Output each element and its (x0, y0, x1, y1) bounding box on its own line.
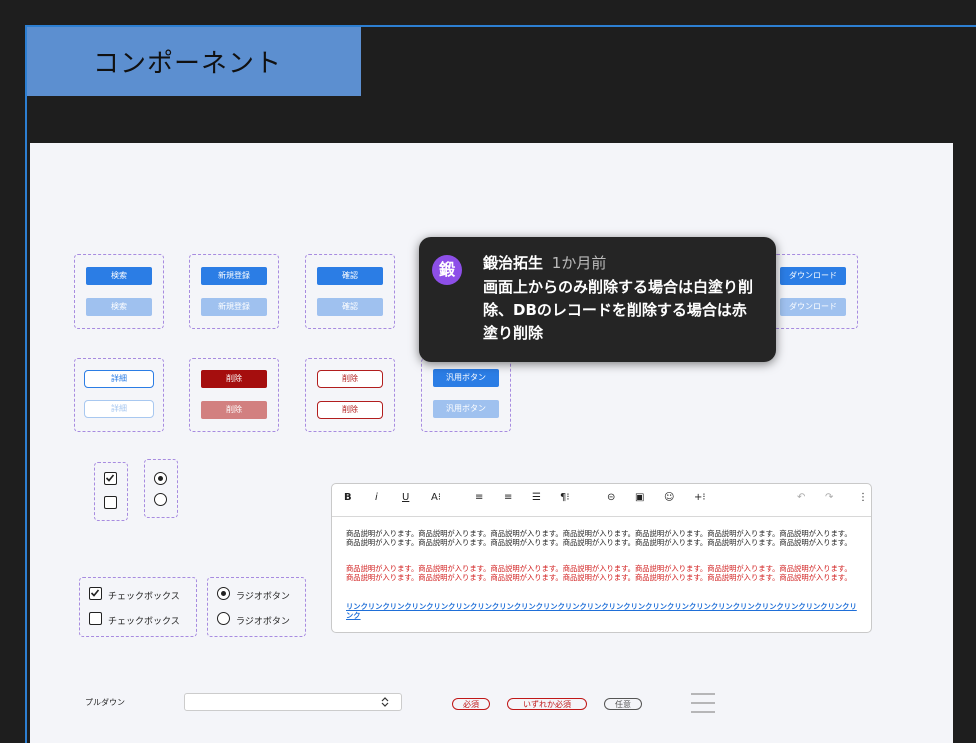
page-title: コンポーネント (93, 49, 283, 79)
checkbox-checked[interactable] (104, 472, 117, 485)
paragraph-icon[interactable]: ¶⁝ (560, 492, 570, 503)
editor-link[interactable]: リンクリンクリンクリンクリンクリンクリンクリンクリンクリンクリンクリンクリンクリ… (346, 602, 858, 620)
rich-text-editor[interactable]: B i U A⁝ ≡ ≡ ☰ ¶⁝ ⊝ ▣ ☺ +⁝ ↶ ↷ ⋮ 商品説明が入り… (331, 483, 872, 633)
check-icon (90, 589, 100, 597)
delete-outline-button[interactable]: 削除 (317, 370, 383, 388)
download-button[interactable]: ダウンロード (780, 267, 846, 285)
list-icon[interactable]: ☰ (532, 492, 541, 503)
italic-icon[interactable]: i (375, 492, 378, 503)
new-register-button-group (189, 254, 279, 329)
radio-label: ラジオボタン (236, 617, 290, 627)
delete-button[interactable]: 削除 (201, 370, 267, 388)
new-register-button-disabled[interactable]: 新規登録 (201, 298, 267, 316)
checkbox-label: チェックボックス (108, 617, 180, 627)
image-icon[interactable]: ▣ (635, 492, 644, 503)
download-button-disabled[interactable]: ダウンロード (780, 298, 846, 316)
detail-button-disabled[interactable]: 詳細 (84, 400, 154, 418)
checkbox-group-small (94, 462, 128, 521)
radio-label: ラジオボタン (236, 592, 290, 602)
undo-icon[interactable]: ↶ (797, 492, 805, 503)
search-button-disabled[interactable]: 検索 (86, 298, 152, 316)
optional-badge: 任意 (604, 698, 642, 710)
radio-unselected[interactable] (154, 493, 167, 506)
either-required-badge: いずれか必須 (507, 698, 587, 710)
radio-group-labeled (207, 577, 306, 637)
menu-icon[interactable] (691, 692, 717, 714)
download-button-group (773, 254, 858, 329)
insert-icon[interactable]: +⁝ (694, 492, 706, 503)
search-button[interactable]: 検索 (86, 267, 152, 285)
editor-text-black: 商品説明が入ります。商品説明が入ります。商品説明が入ります。商品説明が入ります。… (346, 529, 852, 547)
avatar: 鍛 (432, 255, 462, 285)
radio-group-small (144, 459, 178, 518)
delete-button-disabled[interactable]: 削除 (201, 401, 267, 419)
new-register-button[interactable]: 新規登録 (201, 267, 267, 285)
confirm-button[interactable]: 確認 (317, 267, 383, 285)
confirm-button-group (305, 254, 395, 329)
checkbox-label: チェックボックス (108, 592, 180, 602)
component-canvas (30, 143, 953, 743)
comment-body: 画面上からのみ削除する場合は白塗り削除、DBのレコードを削除する場合は赤塗り削除 (483, 278, 754, 342)
checkbox-labeled-unchecked[interactable] (89, 612, 102, 625)
checkbox-group-labeled (79, 577, 197, 637)
detail-button[interactable]: 詳細 (84, 370, 154, 388)
editor-text-red: 商品説明が入ります。商品説明が入ります。商品説明が入ります。商品説明が入ります。… (346, 564, 852, 582)
required-badge: 必須 (452, 698, 490, 710)
page-header: コンポーネント (27, 27, 361, 96)
comment-header: 鍛治拓生 1か月前 (483, 254, 606, 273)
align-center-icon[interactable]: ≡ (504, 492, 512, 503)
bold-icon[interactable]: B (344, 492, 352, 503)
link-icon[interactable]: ⊝ (607, 492, 615, 503)
chevron-updown-icon (381, 697, 389, 707)
align-left-icon[interactable]: ≡ (475, 492, 483, 503)
checkbox-unchecked[interactable] (104, 496, 117, 509)
radio-labeled-unselected[interactable] (217, 612, 230, 625)
search-button-group (74, 254, 164, 329)
editor-toolbar: B i U A⁝ ≡ ≡ ☰ ¶⁝ ⊝ ▣ ☺ +⁝ ↶ ↷ ⋮ (332, 484, 871, 517)
check-icon (105, 474, 115, 482)
radio-labeled-selected[interactable] (217, 587, 230, 600)
comment-author: 鍛治拓生 (483, 254, 544, 272)
radio-selected[interactable] (154, 472, 167, 485)
more-icon[interactable]: ⋮ (858, 492, 868, 503)
dropdown-select[interactable] (184, 693, 402, 711)
delete-outline-button-2[interactable]: 削除 (317, 401, 383, 419)
comment-popover: 鍛 鍛治拓生 1か月前 画面上からのみ削除する場合は白塗り削除、DBのレコードを… (419, 237, 776, 362)
font-size-icon[interactable]: A⁝ (431, 492, 441, 503)
general-button[interactable]: 汎用ボタン (433, 369, 499, 387)
underline-icon[interactable]: U (402, 492, 409, 503)
emoji-icon[interactable]: ☺ (664, 492, 674, 503)
redo-icon[interactable]: ↷ (825, 492, 833, 503)
checkbox-labeled-checked[interactable] (89, 587, 102, 600)
confirm-button-disabled[interactable]: 確認 (317, 298, 383, 316)
comment-time: 1か月前 (551, 254, 607, 272)
dropdown-label: プルダウン (85, 698, 125, 707)
general-button-disabled[interactable]: 汎用ボタン (433, 400, 499, 418)
